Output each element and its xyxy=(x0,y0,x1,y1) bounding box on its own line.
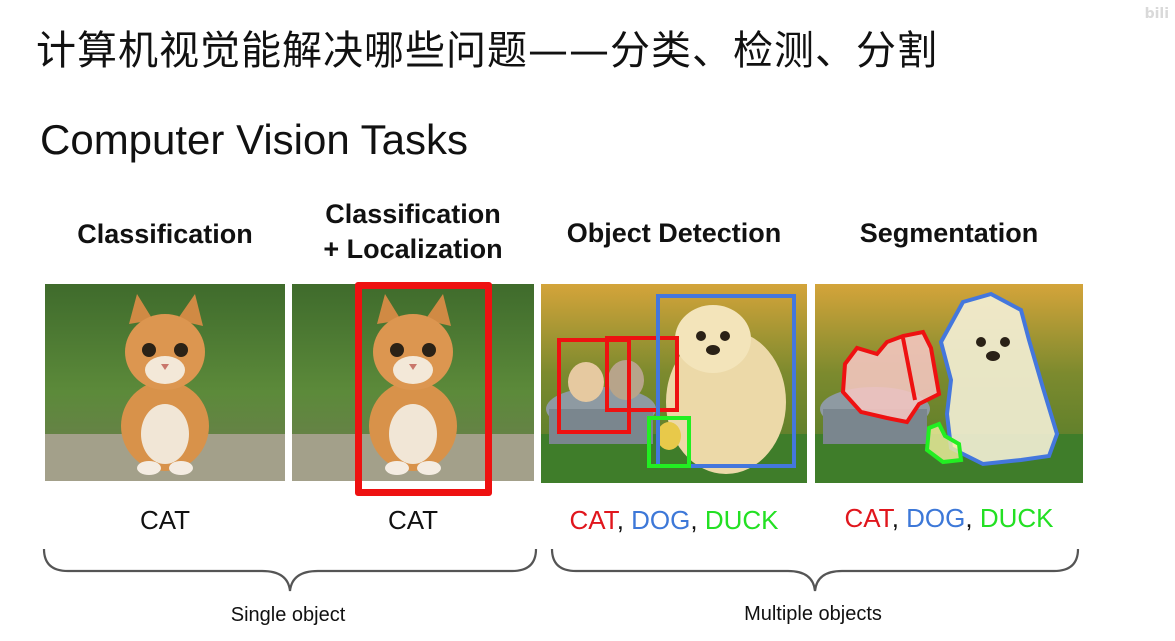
heading-segmentation: Segmentation xyxy=(815,216,1083,251)
heading-seg-text: Segmentation xyxy=(859,218,1039,248)
heading-object-detection: Object Detection xyxy=(541,216,807,251)
label-localization: CAT xyxy=(387,505,439,535)
label-segmentation: CAT, DOG, DUCK xyxy=(815,503,1083,534)
heading-od-text: Object Detection xyxy=(566,218,782,248)
label-duck: DUCK xyxy=(979,503,1054,533)
heading-cl-line2: + Localization xyxy=(323,234,503,264)
label-classification: CAT xyxy=(139,505,191,535)
heading-cl-line1: Classification xyxy=(325,199,501,229)
heading-classification-text: Classification xyxy=(77,219,253,249)
heading-classification-localization: Classification + Localization xyxy=(292,197,534,267)
label-sep: , xyxy=(891,503,907,533)
segmentation-image xyxy=(815,284,1083,483)
slide-title: Computer Vision Tasks xyxy=(40,116,468,163)
label-detection: CAT, DOG, DUCK xyxy=(541,505,807,536)
label-cat: CAT xyxy=(844,503,892,533)
label-duck: DUCK xyxy=(704,505,779,535)
multiple-objects-caption: Multiple objects xyxy=(744,603,882,625)
label-cat: CAT xyxy=(569,505,617,535)
label-sep: , xyxy=(690,505,705,535)
detection-image xyxy=(541,284,807,483)
label-sep: , xyxy=(965,503,980,533)
chinese-title: 计算机视觉能解决哪些问题——分类、检测、分割 xyxy=(36,28,938,74)
multiple-objects-brace xyxy=(550,548,1080,592)
label-dog: DOG xyxy=(906,503,966,533)
label-sep: , xyxy=(616,505,632,535)
watermark-logo: bili xyxy=(1144,6,1169,22)
classification-image xyxy=(45,284,285,481)
single-object-caption: Single object xyxy=(230,604,346,626)
single-object-brace xyxy=(42,548,538,592)
heading-classification: Classification xyxy=(45,217,285,252)
label-dog: DOG xyxy=(631,505,691,535)
cat-bounding-box xyxy=(355,282,492,496)
